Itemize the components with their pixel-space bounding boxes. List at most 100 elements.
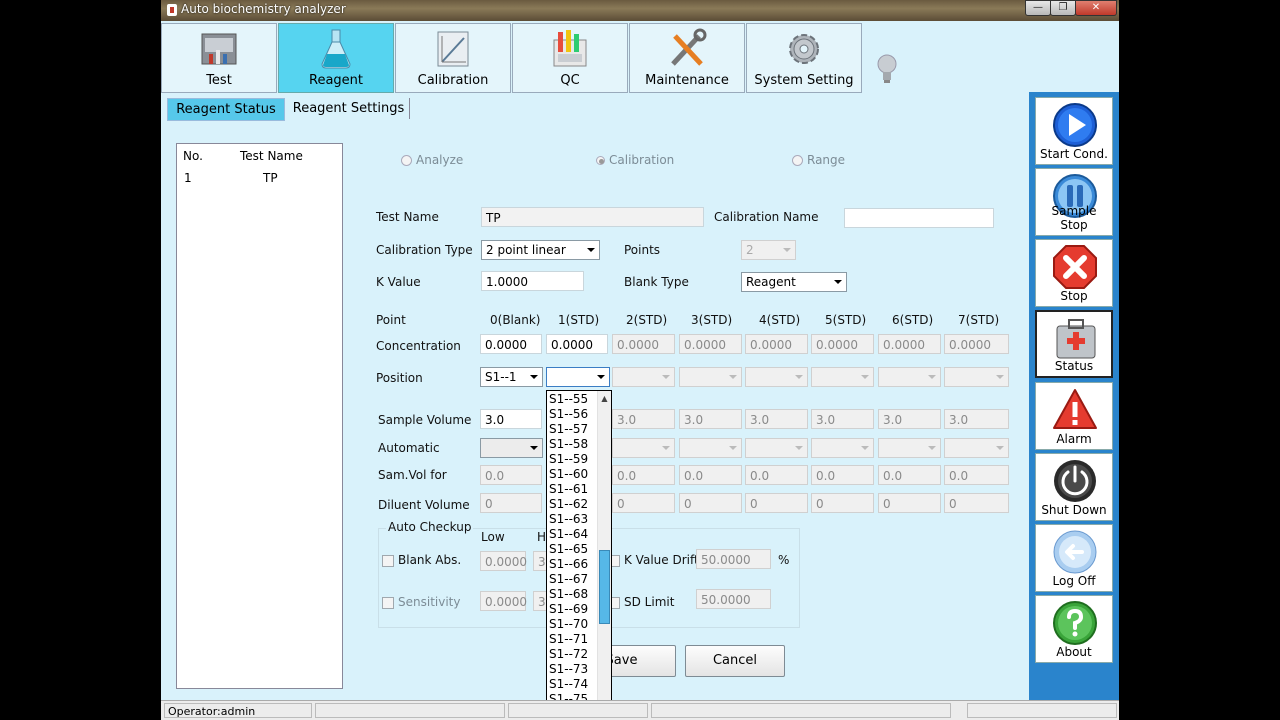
dropdown-option[interactable]: S1--59 <box>549 452 595 467</box>
sample-volume-6-field[interactable]: 3.0 <box>878 409 941 429</box>
calibration-type-select[interactable]: 2 point linear <box>481 240 600 260</box>
blank-abs-checkbox-box[interactable] <box>382 554 394 567</box>
automatic-2-select[interactable] <box>612 438 675 458</box>
cancel-button[interactable]: Cancel <box>685 645 785 677</box>
automatic-0-select[interactable] <box>480 438 543 458</box>
restore-button[interactable]: ❐ <box>1050 0 1076 16</box>
toolbar-system-setting-button[interactable]: System Setting <box>746 23 862 93</box>
diluent-volume-4-field[interactable]: 0 <box>745 493 808 513</box>
blank-type-select[interactable]: Reagent <box>741 272 847 292</box>
k-value-field[interactable]: 1.0000 <box>481 271 584 291</box>
sd-limit-checkbox[interactable]: SD Limit <box>608 595 674 609</box>
concentration-6-field[interactable]: 0.0000 <box>878 334 941 354</box>
minimize-button[interactable]: — <box>1025 0 1051 16</box>
diluent-volume-0-field[interactable]: 0 <box>480 493 542 513</box>
dropdown-option[interactable]: S1--66 <box>549 557 595 572</box>
dropdown-option[interactable]: S1--67 <box>549 572 595 587</box>
sam-vol-for-2-field[interactable]: 0.0 <box>612 465 675 485</box>
diluent-volume-5-field[interactable]: 0 <box>811 493 874 513</box>
dropdown-option[interactable]: S1--69 <box>549 602 595 617</box>
sam-vol-for-3-field[interactable]: 0.0 <box>679 465 742 485</box>
radio-analyze[interactable]: Analyze <box>401 153 463 167</box>
position-1-select[interactable] <box>546 367 610 387</box>
concentration-7-field[interactable]: 0.0000 <box>944 334 1009 354</box>
k-value-drift-checkbox[interactable]: K Value Drift <box>608 553 699 567</box>
sensitivity-high-field[interactable]: 3 <box>533 591 547 611</box>
position-2-select[interactable] <box>612 367 675 387</box>
position-5-select[interactable] <box>811 367 874 387</box>
blank-abs-low-field[interactable]: 0.0000 <box>480 551 527 571</box>
dropdown-option[interactable]: S1--55 <box>549 392 595 407</box>
test-name-field[interactable]: TP <box>481 207 704 227</box>
toolbar-reagent-button[interactable]: Reagent <box>278 23 394 93</box>
diluent-volume-2-field[interactable]: 0 <box>612 493 675 513</box>
toolbar-maintenance-button[interactable]: Maintenance <box>629 23 745 93</box>
dropdown-option[interactable]: S1--58 <box>549 437 595 452</box>
k-value-drift-field[interactable]: 50.0000 <box>696 549 771 569</box>
position-7-select[interactable] <box>944 367 1009 387</box>
automatic-7-select[interactable] <box>944 438 1009 458</box>
position-3-select[interactable] <box>679 367 742 387</box>
test-list[interactable]: No. Test Name 1 TP <box>176 143 343 689</box>
radio-analyze-circle[interactable] <box>401 155 412 166</box>
diluent-volume-7-field[interactable]: 0 <box>944 493 1009 513</box>
sample-stop-button[interactable]: Sample Stop <box>1035 168 1113 236</box>
sam-vol-for-4-field[interactable]: 0.0 <box>745 465 808 485</box>
toolbar-calibration-button[interactable]: Calibration <box>395 23 511 93</box>
sample-volume-5-field[interactable]: 3.0 <box>811 409 874 429</box>
stop-button[interactable]: Stop <box>1035 239 1113 307</box>
sam-vol-for-5-field[interactable]: 0.0 <box>811 465 874 485</box>
blank-abs-checkbox[interactable]: Blank Abs. <box>382 553 461 567</box>
radio-calibration[interactable]: Calibration <box>596 153 674 167</box>
concentration-3-field[interactable]: 0.0000 <box>679 334 742 354</box>
list-item-no[interactable]: 1 <box>184 171 192 185</box>
shut-down-button[interactable]: Shut Down <box>1035 453 1113 521</box>
sample-volume-0-field[interactable]: 3.0 <box>480 409 542 429</box>
start-cond-button[interactable]: Start Cond. <box>1035 97 1113 165</box>
diluent-volume-6-field[interactable]: 0 <box>878 493 941 513</box>
dropdown-option[interactable]: S1--72 <box>549 647 595 662</box>
tab-reagent-status[interactable]: Reagent Status <box>167 98 285 121</box>
dropdown-scrollbar[interactable]: ▲ <box>597 391 611 720</box>
dropdown-option[interactable]: S1--65 <box>549 542 595 557</box>
dropdown-option[interactable]: S1--73 <box>549 662 595 677</box>
close-button[interactable]: ✕ <box>1075 0 1117 16</box>
concentration-2-field[interactable]: 0.0000 <box>612 334 675 354</box>
automatic-3-select[interactable] <box>679 438 742 458</box>
sam-vol-for-0-field[interactable]: 0.0 <box>480 465 542 485</box>
automatic-4-select[interactable] <box>745 438 808 458</box>
scroll-up-icon[interactable]: ▲ <box>599 392 610 405</box>
sample-volume-7-field[interactable]: 3.0 <box>944 409 1009 429</box>
sensitivity-checkbox[interactable]: Sensitivity <box>382 595 460 609</box>
dropdown-option[interactable]: S1--74 <box>549 677 595 692</box>
sample-volume-3-field[interactable]: 3.0 <box>679 409 742 429</box>
lightbulb-icon[interactable] <box>875 52 899 86</box>
sam-vol-for-6-field[interactable]: 0.0 <box>878 465 941 485</box>
dropdown-option[interactable]: S1--57 <box>549 422 595 437</box>
concentration-5-field[interactable]: 0.0000 <box>811 334 874 354</box>
list-item-test-name[interactable]: TP <box>263 171 278 185</box>
concentration-4-field[interactable]: 0.0000 <box>745 334 808 354</box>
dropdown-option[interactable]: S1--71 <box>549 632 595 647</box>
status-button[interactable]: Status <box>1035 310 1113 378</box>
dropdown-option[interactable]: S1--56 <box>549 407 595 422</box>
concentration-1-field[interactable]: 0.0000 <box>546 334 608 354</box>
dropdown-option[interactable]: S1--62 <box>549 497 595 512</box>
toolbar-test-button[interactable]: Test <box>161 23 277 93</box>
blank-abs-high-field[interactable]: 3 <box>533 551 547 571</box>
diluent-volume-3-field[interactable]: 0 <box>679 493 742 513</box>
sensitivity-checkbox-box[interactable] <box>382 596 394 609</box>
tab-reagent-settings[interactable]: Reagent Settings <box>288 98 410 119</box>
dropdown-option[interactable]: S1--68 <box>549 587 595 602</box>
toolbar-qc-button[interactable]: QC <box>512 23 628 93</box>
sensitivity-low-field[interactable]: 0.0000 <box>480 591 527 611</box>
concentration-0-field[interactable]: 0.0000 <box>480 334 542 354</box>
alarm-button[interactable]: Alarm <box>1035 382 1113 450</box>
automatic-5-select[interactable] <box>811 438 874 458</box>
sample-volume-4-field[interactable]: 3.0 <box>745 409 808 429</box>
dropdown-option[interactable]: S1--60 <box>549 467 595 482</box>
radio-range-circle[interactable] <box>792 155 803 166</box>
sd-limit-field[interactable]: 50.0000 <box>696 589 771 609</box>
position-6-select[interactable] <box>878 367 941 387</box>
about-button[interactable]: About <box>1035 595 1113 663</box>
